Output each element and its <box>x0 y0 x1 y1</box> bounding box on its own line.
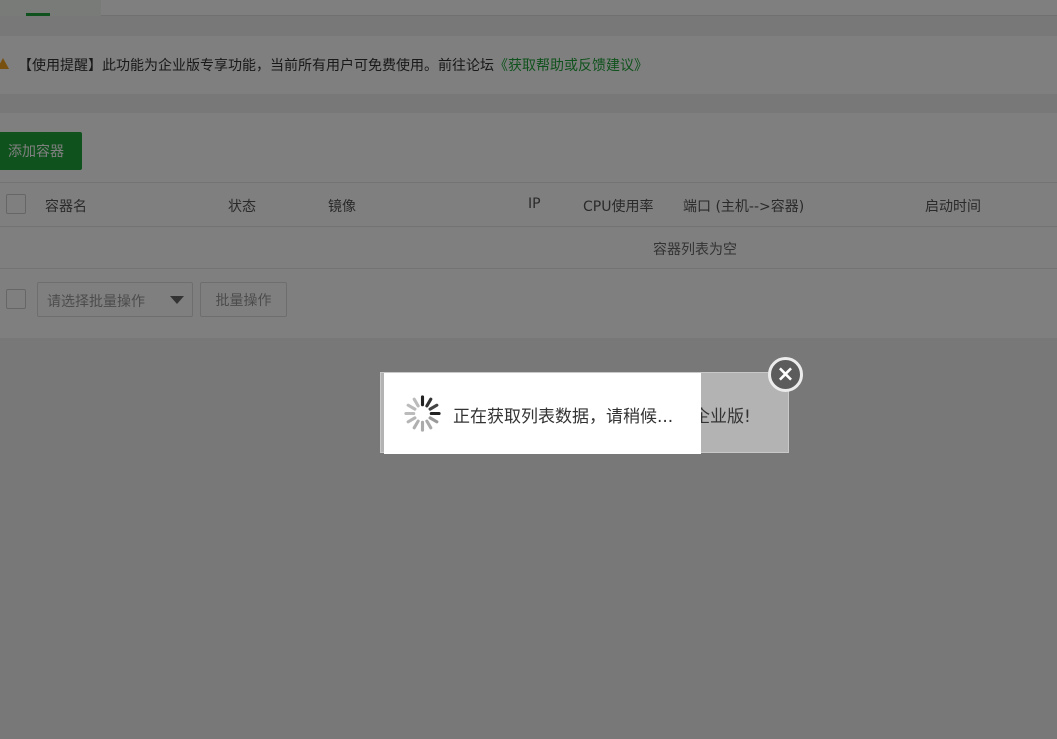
loading-message: 正在获取列表数据，请稍候... <box>453 407 674 427</box>
loading-spinner-icon <box>404 395 441 432</box>
modal-overlay[interactable] <box>0 0 1057 739</box>
enterprise-dialog-text: 企业版! <box>693 407 751 427</box>
loading-dialog: 正在获取列表数据，请稍候... <box>384 373 701 454</box>
close-icon[interactable]: × <box>768 357 803 392</box>
